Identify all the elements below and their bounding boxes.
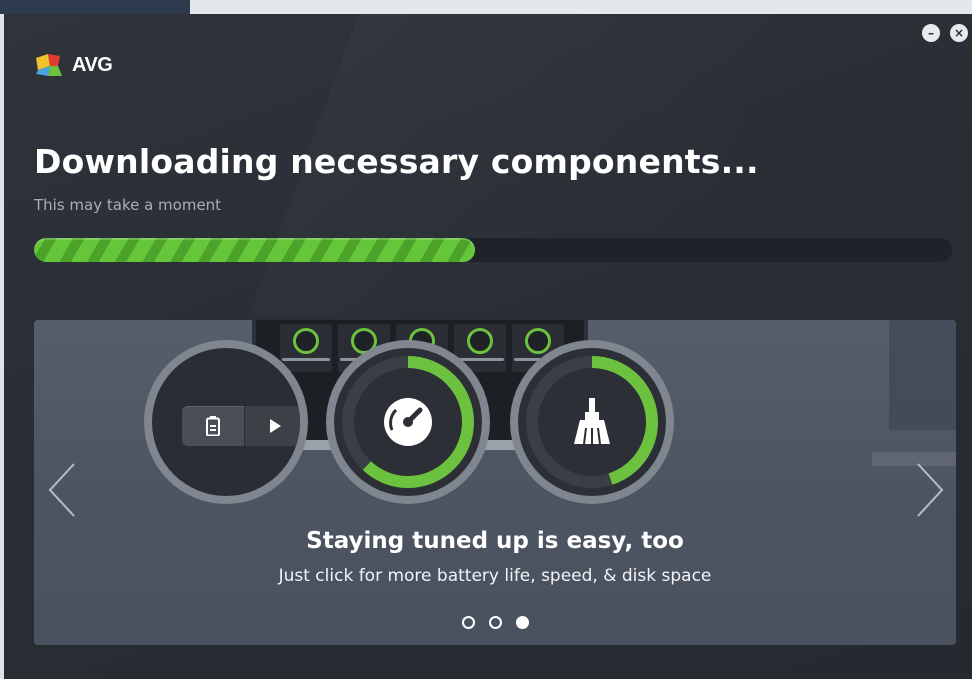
battery-toggle[interactable] (182, 406, 300, 446)
play-icon (270, 419, 282, 433)
carousel-next-arrow[interactable] (908, 460, 948, 520)
download-progress-fill (34, 238, 475, 262)
status-subtitle: This may take a moment (34, 196, 222, 214)
laptop-tile-ring (293, 328, 319, 354)
battery-feature-inner (152, 348, 300, 496)
play-segment[interactable] (243, 406, 300, 446)
carousel-dot-2[interactable] (488, 616, 502, 629)
battery-feature-circle (144, 340, 308, 504)
battery-icon (205, 416, 220, 436)
laptop-tile (280, 324, 332, 372)
battery-segment[interactable] (182, 406, 244, 446)
carousel-dot-1[interactable] (461, 616, 475, 629)
next-slide-preview (889, 320, 956, 430)
slide-title: Staying tuned up is easy, too (306, 528, 684, 554)
minimize-button[interactable]: – (922, 24, 940, 42)
speed-feature-circle (326, 340, 490, 504)
close-button[interactable]: × (950, 24, 968, 42)
slide-subtitle: Just click for more battery life, speed,… (278, 566, 712, 586)
carousel-dot-3[interactable] (515, 616, 529, 629)
laptop-tile-label (282, 358, 330, 361)
top-strip (0, 0, 972, 14)
broom-icon (574, 398, 610, 445)
avg-logo-icon (36, 54, 62, 76)
status-title: Downloading necessary components... (34, 142, 759, 181)
logo-text: AVG (72, 53, 113, 76)
carousel-prev-arrow[interactable] (44, 460, 84, 520)
avg-logo: AVG (34, 52, 113, 78)
speedometer-icon (384, 398, 432, 446)
installer-window: AVG – × Downloading necessary components… (4, 14, 972, 679)
carousel-pagination (34, 616, 956, 629)
download-progress-bar (34, 238, 952, 262)
feature-carousel: Staying tuned up is easy, too Just click… (34, 320, 956, 645)
speed-feature-inner (334, 348, 482, 496)
disk-feature-circle (510, 340, 674, 504)
disk-feature-inner (518, 348, 666, 496)
top-strip-accent (0, 0, 190, 14)
